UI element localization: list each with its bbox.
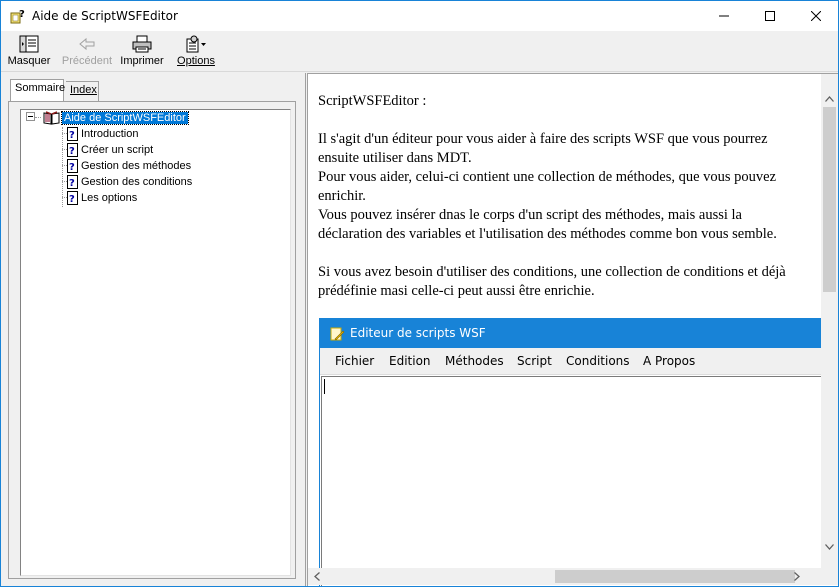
back-label: Précédent bbox=[61, 55, 113, 67]
tree-item[interactable]: ? Les options bbox=[67, 190, 137, 206]
menu-conditions: Conditions bbox=[566, 354, 630, 368]
svg-text:?: ? bbox=[69, 162, 75, 173]
window-title: Aide de ScriptWSFEditor bbox=[32, 9, 178, 23]
topic-paragraph: Il s'agit d'un éditeur pour vous aider à… bbox=[318, 131, 768, 166]
tab-contents[interactable]: Sommaire bbox=[10, 79, 65, 101]
chevron-up-icon bbox=[825, 95, 834, 102]
scroll-down-button[interactable] bbox=[821, 538, 838, 555]
menu-script: Script bbox=[517, 354, 552, 368]
maximize-icon bbox=[765, 11, 775, 21]
scrollbar-corner bbox=[821, 568, 838, 585]
tree-item[interactable]: ? Introduction bbox=[67, 126, 138, 142]
text-caret bbox=[324, 379, 325, 394]
embedded-screenshot: Editeur de scripts WSF Fichier Edition M… bbox=[319, 318, 821, 586]
vertical-scroll-thumb[interactable] bbox=[823, 107, 836, 292]
options-icon bbox=[186, 35, 206, 53]
contents-panel: Aide de ScriptWSFEditor ? Introduction ?… bbox=[8, 101, 296, 579]
tab-index[interactable]: Index bbox=[66, 81, 99, 101]
options-button[interactable]: Options bbox=[176, 34, 216, 70]
help-page-icon: ? bbox=[67, 127, 78, 141]
toolbar: Masquer Précédent Imprimer Options bbox=[1, 32, 838, 72]
close-icon bbox=[811, 11, 821, 21]
embedded-editor-area bbox=[321, 376, 821, 586]
hide-pane-icon bbox=[19, 35, 39, 53]
maximize-button[interactable] bbox=[747, 1, 793, 31]
help-page-icon: ? bbox=[67, 191, 78, 205]
topic-paragraph: Vous pouvez insérer dnas le corps d'un s… bbox=[318, 207, 777, 242]
svg-text:?: ? bbox=[69, 146, 75, 157]
minimize-icon bbox=[719, 15, 729, 17]
topic-heading: ScriptWSFEditor : bbox=[318, 93, 427, 109]
scroll-left-button[interactable] bbox=[308, 568, 325, 585]
embedded-window-title: Editeur de scripts WSF bbox=[350, 326, 486, 340]
close-button[interactable] bbox=[793, 1, 839, 31]
svg-text:?: ? bbox=[69, 194, 75, 205]
svg-text:?: ? bbox=[19, 9, 25, 20]
options-label: Options bbox=[177, 55, 215, 67]
menu-methodes: Méthodes bbox=[445, 354, 504, 368]
tree-connector bbox=[62, 127, 63, 207]
pane-splitter[interactable] bbox=[301, 73, 306, 586]
hide-label: Masquer bbox=[7, 55, 51, 67]
svg-text:?: ? bbox=[69, 130, 75, 141]
tree-connector bbox=[35, 117, 41, 118]
tree-item-label: Les options bbox=[81, 192, 138, 204]
horizontal-scrollbar[interactable] bbox=[308, 568, 821, 585]
chevron-right-icon bbox=[793, 572, 800, 581]
tree-item-label: Gestion des conditions bbox=[81, 176, 193, 188]
hide-button[interactable]: Masquer bbox=[7, 34, 51, 70]
help-window: ? Aide de ScriptWSFEditor Masquer Précéd… bbox=[0, 0, 839, 587]
tree-item-label: Créer un script bbox=[81, 144, 154, 156]
tree-item-label: Gestion des méthodes bbox=[81, 160, 192, 172]
contents-tree[interactable]: Aide de ScriptWSFEditor ? Introduction ?… bbox=[20, 109, 291, 576]
navigation-pane: Sommaire Index Aide de ScriptWSFEditor ?… bbox=[1, 73, 301, 586]
topic-content: ScriptWSFEditor : Il s'agit d'un éditeur… bbox=[307, 73, 838, 586]
chevron-down-icon bbox=[825, 543, 834, 550]
help-page-icon: ? bbox=[67, 159, 78, 173]
script-edit-icon bbox=[330, 327, 345, 341]
topic-paragraph: Pour vous aider, celui-ci contient une c… bbox=[318, 169, 777, 204]
print-button[interactable]: Imprimer bbox=[120, 34, 164, 70]
embedded-title-bar: Editeur de scripts WSF bbox=[320, 318, 821, 348]
back-button[interactable]: Précédent bbox=[60, 34, 114, 70]
tree-item-label: Introduction bbox=[81, 128, 139, 140]
vertical-scrollbar[interactable] bbox=[821, 74, 838, 568]
help-book-icon: ? bbox=[10, 9, 25, 24]
scroll-right-button[interactable] bbox=[788, 568, 805, 585]
scroll-up-button[interactable] bbox=[821, 90, 838, 107]
topic-paragraph: Si vous avez besoin d'utiliser des condi… bbox=[318, 264, 786, 299]
embedded-menu-bar: Fichier Edition Méthodes Script Conditio… bbox=[320, 348, 821, 375]
tree-item[interactable]: ? Créer un script bbox=[67, 142, 153, 158]
title-bar: ? Aide de ScriptWSFEditor bbox=[1, 1, 838, 31]
tree-root-label: Aide de ScriptWSFEditor bbox=[61, 111, 189, 125]
back-arrow-icon bbox=[79, 37, 95, 51]
minimize-button[interactable] bbox=[701, 1, 747, 31]
help-page-icon: ? bbox=[67, 143, 78, 157]
menu-a-propos: A Propos bbox=[643, 354, 696, 368]
help-page-icon: ? bbox=[67, 175, 78, 189]
printer-icon bbox=[132, 35, 152, 53]
topic-text: ScriptWSFEditor : Il s'agit d'un éditeur… bbox=[318, 92, 808, 301]
svg-text:?: ? bbox=[69, 178, 75, 189]
horizontal-scroll-thumb[interactable] bbox=[555, 570, 795, 583]
tree-item[interactable]: ? Gestion des méthodes bbox=[67, 158, 191, 174]
collapse-toggle[interactable] bbox=[26, 112, 35, 121]
tree-item[interactable]: ? Gestion des conditions bbox=[67, 174, 192, 190]
menu-fichier: Fichier bbox=[335, 354, 375, 368]
tree-root[interactable]: Aide de ScriptWSFEditor bbox=[43, 110, 189, 126]
menu-edition: Edition bbox=[389, 354, 431, 368]
chevron-left-icon bbox=[313, 572, 320, 581]
print-label: Imprimer bbox=[120, 55, 164, 67]
open-book-icon bbox=[43, 111, 60, 125]
